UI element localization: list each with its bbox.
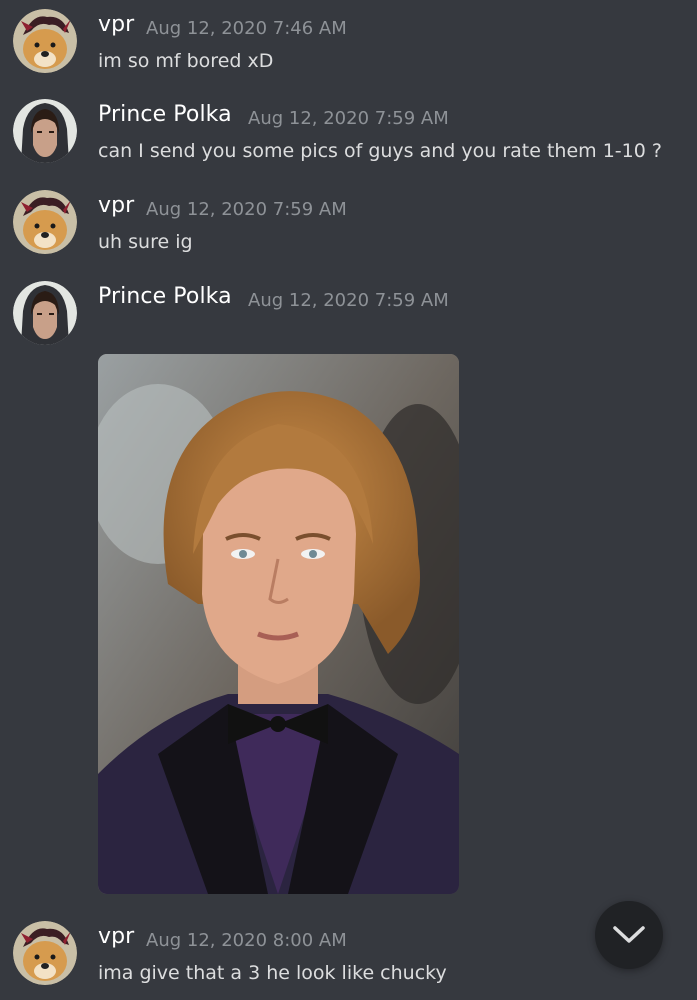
message-group: Prince Polka Aug 12, 2020 7:59 AM xyxy=(0,281,697,347)
user-avatar[interactable] xyxy=(13,9,77,73)
image-attachment[interactable] xyxy=(98,354,459,894)
user-avatar[interactable] xyxy=(13,99,77,163)
user-avatar[interactable] xyxy=(13,190,77,254)
username[interactable]: vpr xyxy=(98,193,134,218)
hooded-man-avatar-icon xyxy=(13,281,77,345)
chevron-down-icon xyxy=(613,926,645,943)
dog-avatar-icon xyxy=(13,190,77,254)
dog-avatar-icon xyxy=(13,9,77,73)
user-avatar[interactable] xyxy=(13,281,77,345)
username[interactable]: Prince Polka xyxy=(98,102,232,127)
username[interactable]: vpr xyxy=(98,12,134,37)
timestamp: Aug 12, 2020 8:00 AM xyxy=(146,930,347,951)
username[interactable]: Prince Polka xyxy=(98,284,232,309)
message-text: ima give that a 3 he look like chucky xyxy=(98,962,447,984)
hooded-man-avatar-icon xyxy=(13,99,77,163)
message-text: im so mf bored xD xyxy=(98,50,274,72)
message-group: Prince Polka Aug 12, 2020 7:59 AM can I … xyxy=(0,99,697,165)
timestamp: Aug 12, 2020 7:59 AM xyxy=(248,290,449,311)
message-group: vpr Aug 12, 2020 7:46 AM im so mf bored … xyxy=(0,9,697,75)
message-group: vpr Aug 12, 2020 8:00 AM ima give that a… xyxy=(0,921,697,987)
portrait-photo xyxy=(98,354,459,894)
username[interactable]: vpr xyxy=(98,924,134,949)
message-text: uh sure ig xyxy=(98,231,193,253)
dog-avatar-icon xyxy=(13,921,77,985)
user-avatar[interactable] xyxy=(13,921,77,985)
timestamp: Aug 12, 2020 7:46 AM xyxy=(146,18,347,39)
message-group: vpr Aug 12, 2020 7:59 AM uh sure ig xyxy=(0,190,697,256)
jump-to-bottom-button[interactable] xyxy=(595,901,663,969)
timestamp: Aug 12, 2020 7:59 AM xyxy=(248,108,449,129)
timestamp: Aug 12, 2020 7:59 AM xyxy=(146,199,347,220)
message-text: can I send you some pics of guys and you… xyxy=(98,140,662,162)
